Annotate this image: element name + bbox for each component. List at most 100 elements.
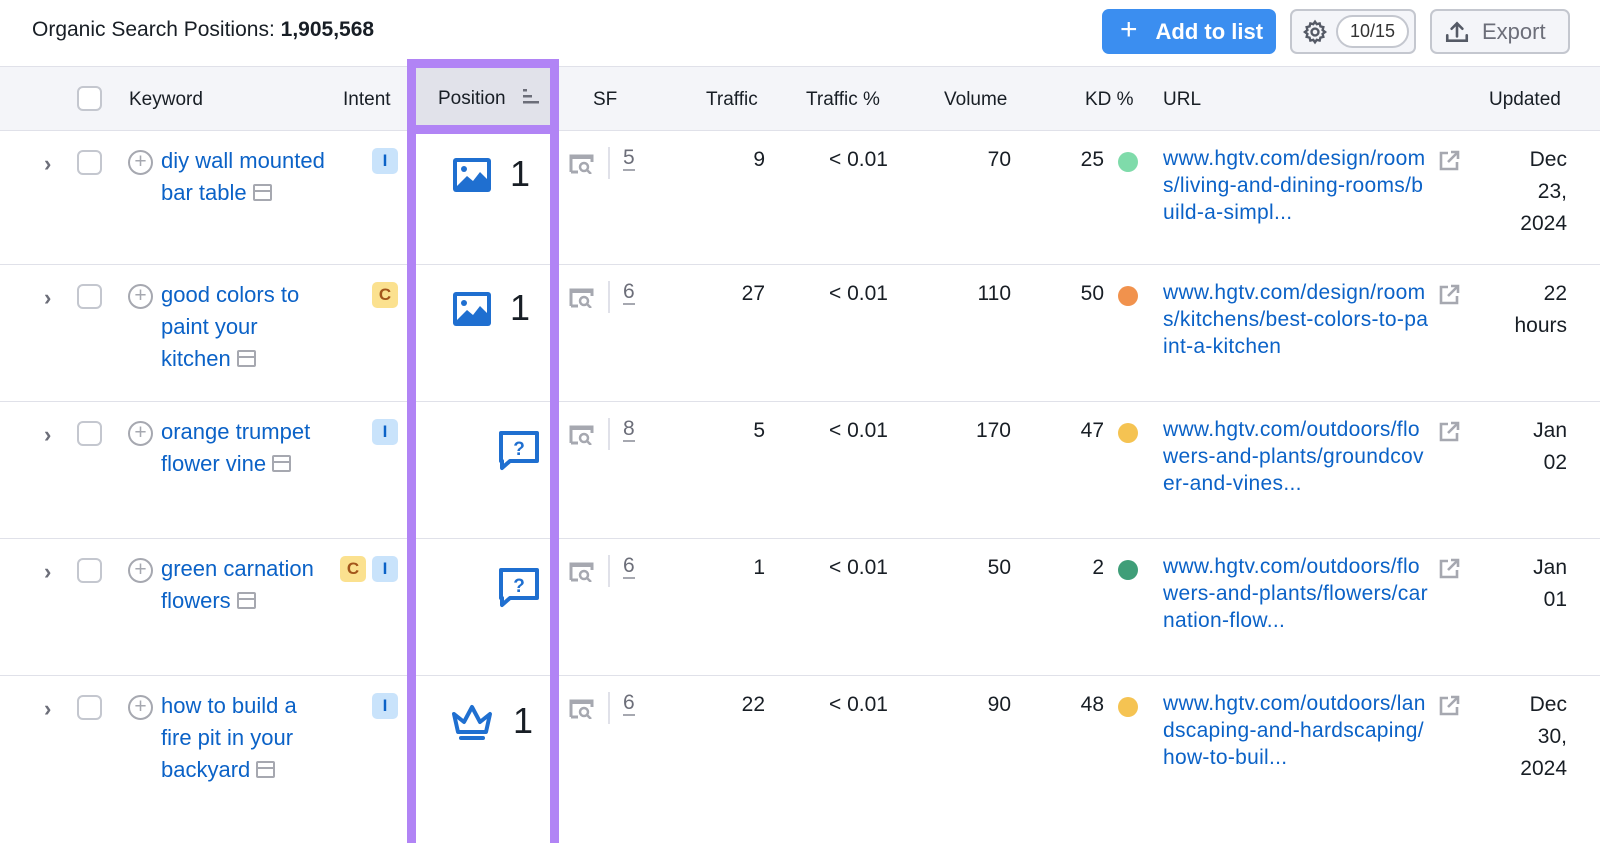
external-link-icon[interactable]	[1437, 420, 1461, 444]
sf-count-link[interactable]: 6	[623, 692, 635, 716]
volume-value: 90	[987, 693, 1011, 716]
external-link-icon[interactable]	[1437, 149, 1461, 173]
people-also-ask-icon: ?	[498, 430, 540, 470]
sf-divider	[608, 147, 610, 179]
sf-divider	[608, 418, 610, 450]
gear-icon	[1302, 19, 1328, 44]
add-keyword-plus-icon[interactable]: +	[128, 150, 153, 175]
columns-settings-button[interactable]: 10/15	[1290, 9, 1416, 54]
external-link-icon[interactable]	[1437, 694, 1461, 718]
intent-badge-commercial: C	[372, 282, 398, 308]
expand-row-chevron-icon[interactable]: ›	[44, 151, 51, 177]
traffic-value: 9	[753, 148, 765, 171]
updated-value: Dec 23, 2024	[1520, 148, 1567, 235]
external-link-icon[interactable]	[1437, 557, 1461, 581]
expand-row-chevron-icon[interactable]: ›	[44, 422, 51, 448]
serp-features-icon[interactable]	[569, 154, 594, 175]
row-checkbox[interactable]	[77, 558, 102, 583]
keyword-link[interactable]: how to build a fire pit in your backyard	[161, 690, 331, 786]
sf-count-link[interactable]: 8	[623, 418, 635, 442]
url-link[interactable]: www.hgtv.com/design/rooms/living-and-din…	[1163, 145, 1433, 226]
sf-count-link[interactable]: 6	[623, 555, 635, 579]
serp-snapshot-icon[interactable]	[256, 761, 276, 778]
column-traffic-pct[interactable]: Traffic %	[806, 89, 880, 111]
intent-badges: C	[372, 282, 398, 308]
keyword-link[interactable]: good colors to paint your kitchen	[161, 279, 331, 375]
column-intent[interactable]: Intent	[343, 89, 391, 111]
add-keyword-plus-icon[interactable]: +	[128, 284, 153, 309]
column-sf[interactable]: SF	[593, 89, 617, 111]
column-updated[interactable]: Updated	[1489, 89, 1561, 111]
url-link[interactable]: www.hgtv.com/outdoors/flowers-and-plants…	[1163, 416, 1433, 497]
table-header: Keyword Intent SF Traffic Traffic % Volu…	[0, 66, 1600, 131]
row-checkbox[interactable]	[77, 695, 102, 720]
keyword-link[interactable]: green carnation flowers	[161, 553, 331, 617]
serp-snapshot-icon[interactable]	[236, 592, 256, 609]
traffic-pct-value: < 0.01	[829, 148, 888, 171]
add-keyword-plus-icon[interactable]: +	[128, 558, 153, 583]
updated-value: Dec 30, 2024	[1520, 693, 1567, 780]
add-keyword-plus-icon[interactable]: +	[128, 421, 153, 446]
url-link[interactable]: www.hgtv.com/design/rooms/kitchens/best-…	[1163, 279, 1433, 360]
add-keyword-plus-icon[interactable]: +	[128, 695, 153, 720]
serp-snapshot-icon[interactable]	[272, 455, 292, 472]
export-button[interactable]: Export	[1430, 9, 1570, 54]
intent-badges: I	[372, 148, 398, 174]
select-all-checkbox[interactable]	[77, 86, 102, 111]
intent-badges: I	[372, 693, 398, 719]
column-kd[interactable]: KD %	[1085, 89, 1134, 111]
intent-badge-commercial: C	[340, 556, 366, 582]
table-row: › + green carnation flowers CI ? 6 1 < 0…	[0, 539, 1600, 676]
people-also-ask-icon: ?	[498, 567, 540, 607]
serp-features-icon[interactable]	[569, 288, 594, 309]
row-checkbox[interactable]	[77, 421, 102, 446]
page-title: Organic Search Positions: 1,905,568	[32, 18, 374, 42]
volume-value: 170	[975, 419, 1011, 442]
position-value: 1	[510, 287, 531, 328]
updated-value: 22 hours	[1514, 282, 1567, 337]
kd-value: 25	[1080, 148, 1104, 171]
kd-value: 48	[1080, 693, 1104, 716]
serp-snapshot-icon[interactable]	[236, 350, 256, 367]
external-link-icon[interactable]	[1437, 283, 1461, 307]
traffic-value: 1	[753, 556, 765, 579]
row-checkbox[interactable]	[77, 284, 102, 309]
image-pack-icon	[452, 157, 494, 197]
intent-badges: I	[372, 419, 398, 445]
intent-badge-informational: I	[372, 693, 398, 719]
column-traffic[interactable]: Traffic	[706, 89, 758, 111]
serp-features-icon[interactable]	[569, 425, 594, 446]
kd-difficulty-dot	[1118, 560, 1138, 580]
expand-row-chevron-icon[interactable]: ›	[44, 696, 51, 722]
intent-badges: CI	[340, 556, 398, 582]
kd-difficulty-dot	[1118, 152, 1138, 172]
column-url[interactable]: URL	[1163, 89, 1201, 111]
column-position[interactable]: Position	[409, 66, 555, 131]
column-keyword[interactable]: Keyword	[129, 89, 203, 111]
expand-row-chevron-icon[interactable]: ›	[44, 285, 51, 311]
keyword-link[interactable]: orange trumpet flower vine	[161, 416, 331, 480]
sf-count-link[interactable]: 5	[623, 147, 635, 171]
serp-snapshot-icon[interactable]	[252, 184, 272, 201]
export-label: Export	[1482, 18, 1546, 44]
keyword-text: diy wall mounted bar table	[161, 148, 325, 205]
serp-features-icon[interactable]	[569, 562, 594, 583]
serp-features-icon[interactable]	[569, 699, 594, 720]
row-checkbox[interactable]	[77, 150, 102, 175]
sort-icon	[523, 89, 539, 104]
keyword-link[interactable]: diy wall mounted bar table	[161, 145, 331, 209]
sf-count-link[interactable]: 6	[623, 281, 635, 305]
url-link[interactable]: www.hgtv.com/outdoors/landscaping-and-ha…	[1163, 690, 1433, 771]
url-link[interactable]: www.hgtv.com/outdoors/flowers-and-plants…	[1163, 553, 1433, 634]
kd-difficulty-dot	[1118, 286, 1138, 306]
traffic-pct-value: < 0.01	[829, 693, 888, 716]
traffic-pct-value: < 0.01	[829, 282, 888, 305]
column-volume[interactable]: Volume	[944, 89, 1007, 111]
traffic-pct-value: < 0.01	[829, 556, 888, 579]
expand-row-chevron-icon[interactable]: ›	[44, 559, 51, 585]
sf-divider	[608, 281, 610, 313]
add-to-list-label: Add to list	[1155, 18, 1264, 44]
columns-count: 10/15	[1336, 15, 1410, 48]
volume-value: 110	[977, 282, 1011, 305]
add-to-list-button[interactable]: + Add to list	[1102, 9, 1276, 54]
